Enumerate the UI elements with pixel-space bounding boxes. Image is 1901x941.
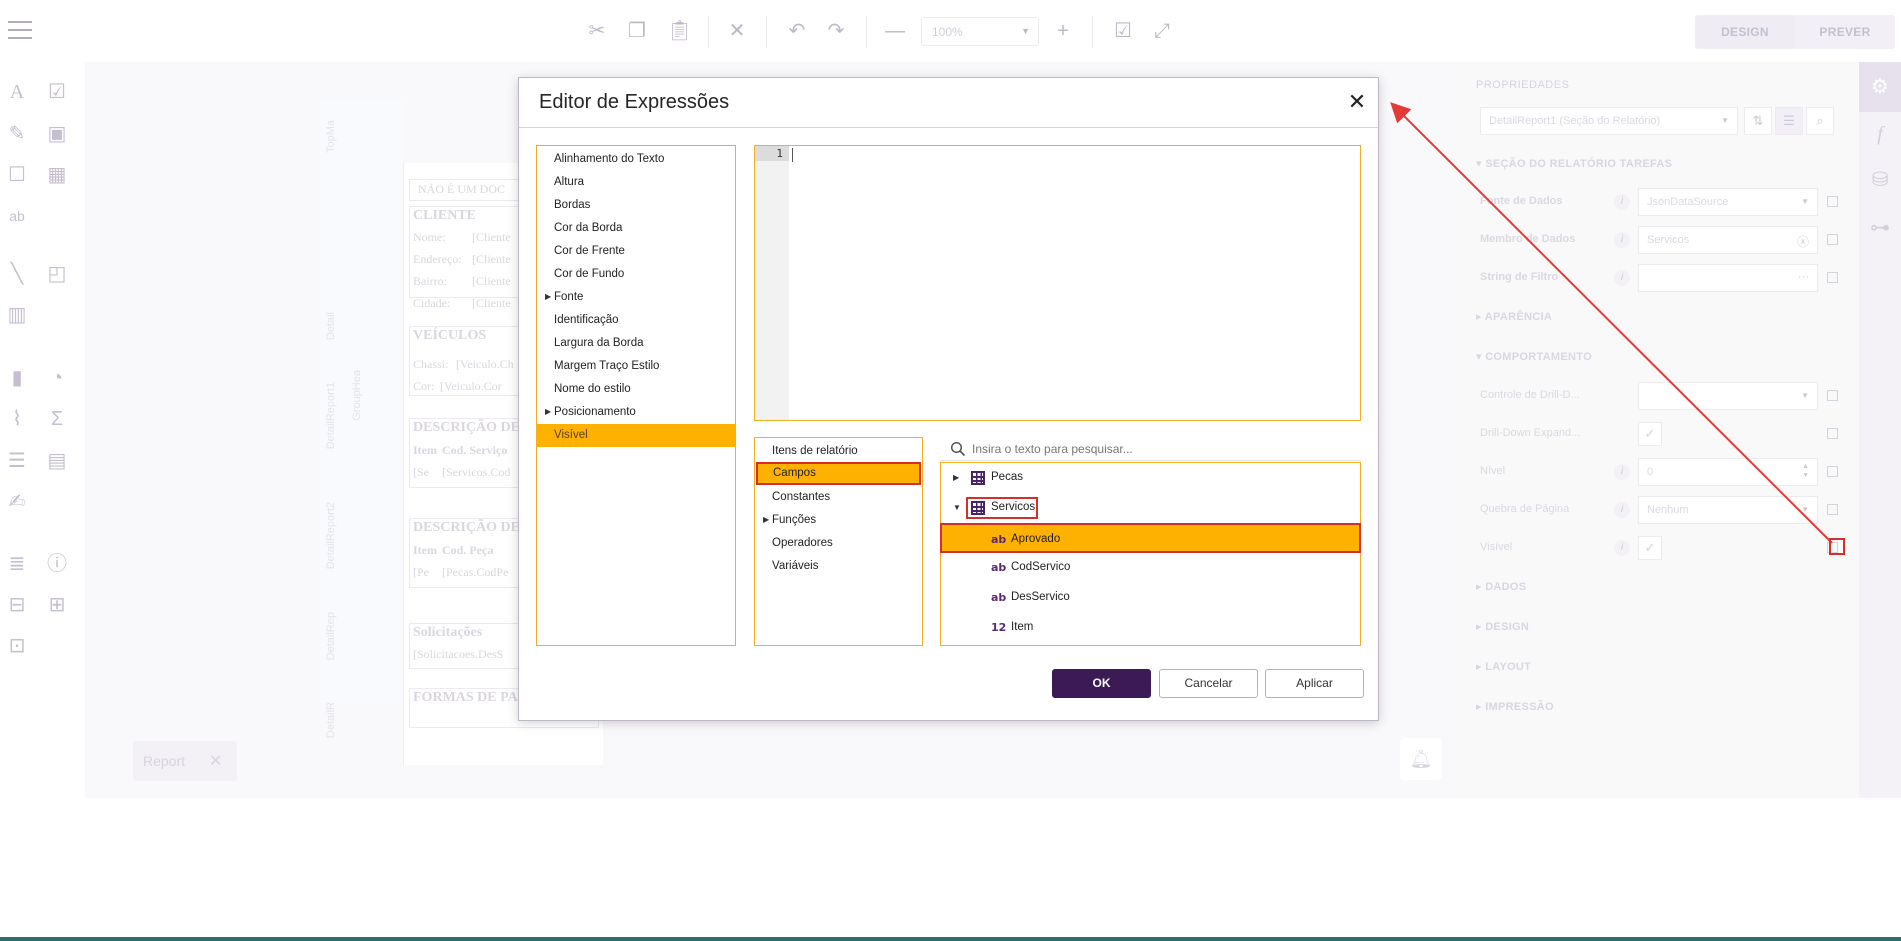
tree-node-pecas[interactable]: ▶ Pecas: [941, 463, 1360, 493]
tree-node-label: CodServico: [1011, 561, 1071, 573]
close-icon[interactable]: ✕: [1345, 90, 1369, 114]
property-item-label: Cor de Fundo: [554, 268, 625, 280]
property-item[interactable]: Margem Traço Estilo: [537, 355, 735, 378]
property-item[interactable]: Cor da Borda: [537, 217, 735, 240]
line-number: 1: [776, 147, 783, 160]
category-item-label: Operadores: [772, 537, 833, 549]
category-item-label: Itens de relatório: [772, 445, 858, 457]
property-item[interactable]: ▶ Posicionamento: [537, 401, 735, 424]
dialog-title: Editor de Expressões: [539, 91, 730, 113]
category-item[interactable]: Constantes: [755, 486, 922, 509]
property-item[interactable]: ▶ Fonte: [537, 286, 735, 309]
line-gutter: 1: [755, 146, 789, 420]
dialog-header: Editor de Expressões ✕: [519, 78, 1378, 128]
property-item[interactable]: Nome do estilo: [537, 378, 735, 401]
string-type-icon: ab: [991, 561, 1007, 574]
category-item[interactable]: Operadores: [755, 532, 922, 555]
property-item-selected[interactable]: Visível: [537, 424, 735, 447]
property-item[interactable]: Altura: [537, 171, 735, 194]
property-item[interactable]: Cor de Frente: [537, 240, 735, 263]
bottom-border: [0, 937, 1901, 941]
field-search: [940, 437, 1361, 461]
text-cursor: [792, 148, 793, 162]
annotation-target-box: [1829, 538, 1845, 555]
property-item[interactable]: Bordas: [537, 194, 735, 217]
number-type-icon: 12: [991, 621, 1007, 634]
category-item-label: Funções: [772, 514, 817, 526]
expression-textarea[interactable]: [789, 146, 1360, 420]
table-icon: [971, 501, 985, 515]
property-item-label: Cor da Borda: [554, 222, 623, 234]
property-item-label: Margem Traço Estilo: [554, 360, 660, 372]
category-item[interactable]: ▶ Funções: [755, 509, 922, 532]
property-item-label: Posicionamento: [554, 406, 636, 418]
property-item[interactable]: Alinhamento do Texto: [537, 148, 735, 171]
property-item-label: Fonte: [554, 291, 584, 303]
property-item[interactable]: Identificação: [537, 309, 735, 332]
search-icon: [950, 441, 966, 457]
apply-button[interactable]: Aplicar: [1265, 669, 1364, 698]
ok-button[interactable]: OK: [1052, 669, 1151, 698]
tree-node-item[interactable]: 12 Item: [941, 613, 1360, 643]
tree-node-codservico[interactable]: ab CodServico: [941, 553, 1360, 583]
property-item[interactable]: Cor de Fundo: [537, 263, 735, 286]
string-type-icon: ab: [991, 533, 1007, 546]
category-list: Itens de relatório Campos Constantes ▶ Fu…: [754, 437, 923, 646]
table-icon: [971, 471, 985, 485]
category-item[interactable]: Itens de relatório: [755, 440, 922, 463]
property-item-label: Identificação: [554, 314, 619, 326]
tree-node-label: DesServico: [1011, 591, 1070, 603]
tree-node-servicos[interactable]: ▼ Servicos: [941, 493, 1360, 523]
cancel-button[interactable]: Cancelar: [1159, 669, 1258, 698]
tree-node-label: Servicos: [991, 501, 1036, 513]
search-input[interactable]: [972, 439, 1352, 459]
expand-arrow-icon[interactable]: ▶: [763, 515, 769, 524]
collapse-arrow-icon[interactable]: ▼: [953, 503, 961, 512]
tree-node-label: Pecas: [991, 471, 1023, 483]
property-item-label: Visível: [554, 429, 588, 441]
string-type-icon: ab: [991, 591, 1007, 604]
expression-editor: 1: [754, 145, 1361, 421]
expand-arrow-icon[interactable]: ▶: [545, 292, 551, 301]
tree-node-label: Item: [1011, 621, 1034, 633]
property-item-label: Altura: [554, 176, 585, 188]
property-item-label: Largura da Borda: [554, 337, 644, 349]
property-list: Alinhamento do Texto Altura Bordas Cor d…: [536, 145, 736, 646]
category-item-label: Variáveis: [772, 560, 819, 572]
category-item[interactable]: Variáveis: [755, 555, 922, 578]
category-item-label: Campos: [773, 467, 816, 479]
tree-node-desservico[interactable]: ab DesServico: [941, 583, 1360, 613]
category-item-selected[interactable]: Campos: [756, 462, 921, 485]
property-item-label: Alinhamento do Texto: [554, 153, 665, 165]
property-item-label: Nome do estilo: [554, 383, 631, 395]
active-line: 1: [755, 146, 789, 161]
field-tree: ▶ Pecas ▼ Servicos ab Aprovado ab CodSer…: [940, 462, 1361, 646]
expand-arrow-icon[interactable]: ▶: [953, 473, 959, 482]
report-designer: ✂ ❐ 📋︎ ✕ ↶ ↷ — 100% ▼ + ☑ ⤢ DESIGN PREVE…: [0, 0, 1901, 941]
expression-editor-dialog: Editor de Expressões ✕ Alinhamento do Te…: [518, 77, 1379, 721]
expand-arrow-icon[interactable]: ▶: [545, 407, 551, 416]
property-item-label: Cor de Frente: [554, 245, 625, 257]
tree-node-aprovado[interactable]: ab Aprovado: [940, 523, 1361, 553]
category-item-label: Constantes: [772, 491, 831, 503]
tree-node-label: Aprovado: [1011, 533, 1061, 545]
property-item[interactable]: Largura da Borda: [537, 332, 735, 355]
property-item-label: Bordas: [554, 199, 591, 211]
